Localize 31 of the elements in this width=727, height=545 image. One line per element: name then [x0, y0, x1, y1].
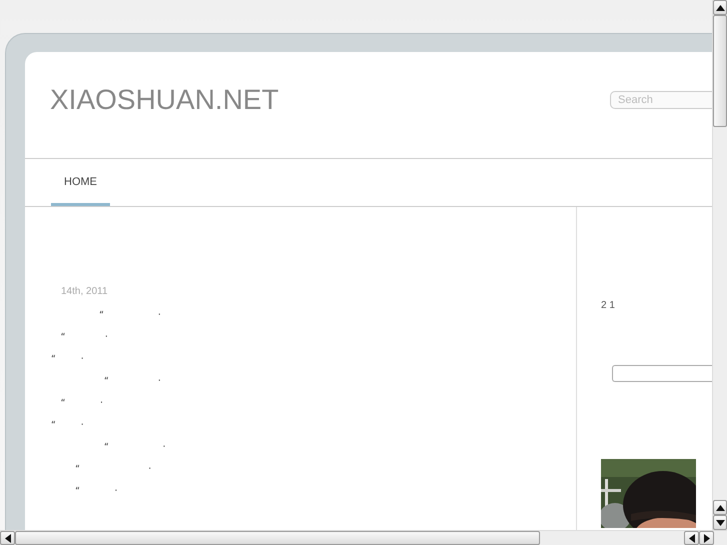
horizontal-scrollbar[interactable] — [0, 530, 727, 545]
down-arrow-icon — [716, 520, 724, 526]
right-arrow-icon — [704, 534, 710, 542]
left-arrow-icon — [688, 534, 694, 542]
text-line: “ · — [98, 310, 163, 321]
vertical-scrollbar[interactable] — [712, 0, 727, 530]
nav-tab[interactable]: HOME — [51, 159, 110, 206]
text-line: “ · — [102, 376, 163, 387]
text-line: “ · — [60, 398, 105, 409]
scroll-down-button[interactable] — [713, 515, 727, 530]
up-arrow-icon — [716, 4, 724, 10]
post-date: 14th, 2011 — [61, 286, 109, 297]
text-line: “ · — [51, 354, 86, 365]
text-line: “ · — [74, 464, 154, 475]
text-line: “ · — [60, 332, 110, 343]
site-title[interactable]: XIAOSHUAN.NET — [50, 84, 279, 116]
scroll-left-button[interactable] — [0, 531, 15, 545]
scroll-left-button[interactable] — [684, 531, 699, 545]
up-arrow-icon — [716, 504, 724, 510]
scroll-right-button[interactable] — [699, 531, 714, 545]
sidebar-text: 2 1 — [601, 300, 615, 311]
text-line: “ · — [74, 486, 120, 497]
text-line: “ · — [51, 420, 86, 431]
text-line: “ · — [102, 442, 168, 453]
scroll-up-button[interactable] — [713, 500, 727, 515]
left-arrow-icon — [4, 534, 10, 542]
search-field[interactable]: Search — [610, 91, 712, 109]
input-field[interactable] — [612, 365, 712, 382]
scroll-up-button[interactable] — [713, 0, 727, 15]
scroll-thumb[interactable] — [713, 15, 727, 127]
scroll-thumb[interactable] — [15, 531, 540, 545]
